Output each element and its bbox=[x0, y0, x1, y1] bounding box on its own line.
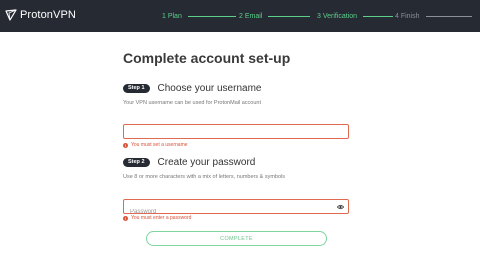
error-icon: ! bbox=[123, 215, 128, 221]
step-1-badge: Step 1 bbox=[123, 84, 150, 93]
step-verification-label: 3 Verification bbox=[317, 12, 358, 20]
step-email: 2 Email bbox=[239, 11, 311, 21]
password-heading: Create your password bbox=[157, 157, 256, 168]
step-finish-label: 4 Finish bbox=[395, 12, 420, 20]
step-plan-line bbox=[187, 15, 236, 17]
password-step-row: Step 2 Create your password bbox=[123, 157, 349, 168]
username-field[interactable] bbox=[123, 124, 349, 144]
page-title: Complete account set-up bbox=[123, 50, 291, 66]
step-email-line bbox=[268, 15, 311, 17]
step-plan: 1 Plan bbox=[162, 11, 236, 21]
username-error: ! You must set a username bbox=[123, 142, 188, 148]
brand-name: ProtonVPN bbox=[20, 9, 76, 21]
complete-button[interactable]: COMPLETE bbox=[146, 231, 327, 246]
progress-steps: 1 Plan 2 Email 3 Verification 4 Finish bbox=[162, 11, 480, 23]
step-2-badge: Step 2 bbox=[123, 158, 150, 167]
step-finish: 4 Finish bbox=[395, 11, 472, 21]
protonvpn-logo-icon bbox=[5, 9, 17, 21]
username-heading: Choose your username bbox=[157, 83, 262, 94]
password-error: ! You must enter a password bbox=[123, 215, 191, 221]
brand: ProtonVPN bbox=[5, 9, 76, 21]
step-verification-line bbox=[363, 15, 394, 17]
password-helper-text: Use 8 or more characters with a mix of l… bbox=[123, 174, 285, 180]
top-bar: ProtonVPN 1 Plan 2 Email 3 Verification … bbox=[0, 0, 480, 32]
step-finish-line bbox=[425, 15, 472, 17]
username-section: Step 1 Choose your username Your VPN use… bbox=[123, 83, 349, 106]
show-password-eye-icon[interactable] bbox=[337, 204, 344, 210]
step-verification: 3 Verification bbox=[317, 11, 394, 21]
error-icon: ! bbox=[123, 142, 128, 148]
username-helper-text: Your VPN username can be used for Proton… bbox=[123, 100, 261, 106]
password-section: Step 2 Create your password Use 8 or mor… bbox=[123, 157, 349, 180]
username-step-row: Step 1 Choose your username bbox=[123, 83, 349, 94]
password-error-text: You must enter a password bbox=[131, 215, 192, 221]
step-plan-label: 1 Plan bbox=[162, 12, 182, 20]
password-field[interactable] bbox=[123, 199, 349, 219]
username-error-text: You must set a username bbox=[131, 142, 188, 148]
step-email-label: 2 Email bbox=[239, 12, 263, 20]
